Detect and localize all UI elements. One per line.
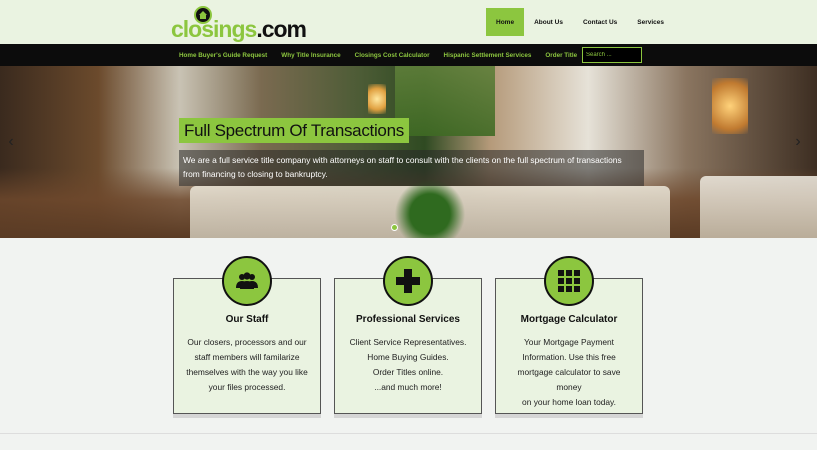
subnav-order-title[interactable]: Order Title — [545, 52, 577, 59]
subnav-home-buyers-guide[interactable]: Home Buyer's Guide Request — [179, 52, 267, 59]
hero-title: Full Spectrum Of Transactions — [179, 118, 409, 143]
hero-bg-lamp — [368, 84, 386, 114]
subnav-closing-cost-calculator[interactable]: Closings Cost Calculator — [355, 52, 430, 59]
card-line: Home Buying Guides. — [367, 352, 449, 362]
card-text: Our closers, processors and our staff me… — [182, 335, 312, 395]
card-line: Information. Use this free — [522, 352, 616, 362]
card-line: Order Titles online. — [372, 367, 444, 377]
card-line: on your home loan today. — [522, 397, 616, 407]
slider-next-arrow-icon[interactable]: › — [792, 134, 804, 150]
nav-home[interactable]: Home — [486, 8, 525, 36]
site-header: closings.com Home About Us Contact Us Se… — [0, 0, 817, 44]
slider-prev-arrow-icon[interactable]: ‹ — [5, 134, 17, 150]
card-line: themselves with the way you like — [186, 367, 308, 377]
card-line: your files processed. — [208, 382, 286, 392]
card-title: Professional Services — [356, 314, 460, 325]
hero-bg-plant — [395, 178, 465, 238]
card-line: Our closers, processors and our — [187, 337, 307, 347]
hero-bg-window — [395, 66, 495, 136]
card-line: Your Mortgage Payment — [523, 337, 614, 347]
hero-bg-sofa-right — [700, 176, 817, 238]
card-title: Mortgage Calculator — [520, 314, 618, 325]
card-title: Our Staff — [225, 314, 269, 325]
search-input[interactable] — [582, 47, 642, 63]
site-logo[interactable]: closings.com — [171, 6, 307, 42]
calculator-grid-icon[interactable] — [544, 256, 594, 306]
slider-dot[interactable] — [391, 224, 398, 231]
hero-bg-lamp-right — [712, 78, 748, 134]
footer-divider — [0, 433, 817, 434]
nav-contact-us[interactable]: Contact Us — [573, 8, 627, 36]
subnav-why-title-insurance[interactable]: Why Title Insurance — [281, 52, 340, 59]
nav-about-us[interactable]: About Us — [524, 8, 573, 36]
main-nav: Home About Us Contact Us Services — [486, 8, 674, 36]
card-text: Client Service Representatives. Home Buy… — [343, 335, 473, 395]
hero-description: We are a full service title company with… — [179, 150, 644, 186]
nav-services[interactable]: Services — [627, 8, 674, 36]
card-line: mortgage calculator to save money — [517, 367, 621, 392]
subnav-hispanic-settlement[interactable]: Hispanic Settlement Services — [444, 52, 532, 59]
card-line: ...and much more! — [374, 382, 442, 392]
card-line: staff members will familarize — [194, 352, 300, 362]
card-text: Your Mortgage Payment Information. Use t… — [504, 335, 634, 410]
logo-text: closings.com — [171, 16, 307, 42]
plus-icon[interactable] — [383, 256, 433, 306]
logo-text-part2: .com — [256, 16, 307, 42]
secondary-nav: Home Buyer's Guide Request Why Title Ins… — [0, 44, 817, 66]
group-icon[interactable] — [222, 256, 272, 306]
secondary-nav-links: Home Buyer's Guide Request Why Title Ins… — [179, 44, 591, 66]
card-line: Client Service Representatives. — [349, 337, 467, 347]
logo-text-part1: closings — [171, 16, 257, 42]
hero-slider: Full Spectrum Of Transactions We are a f… — [0, 66, 817, 238]
